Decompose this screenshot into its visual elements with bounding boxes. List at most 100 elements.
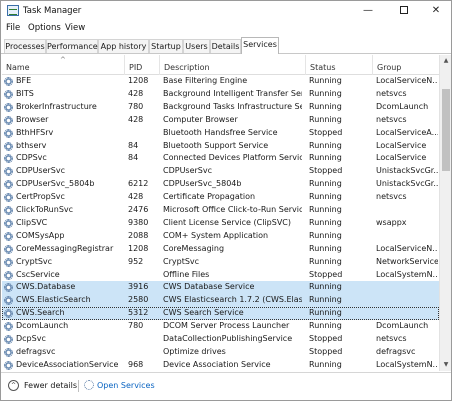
- table-row[interactable]: BFE 1208 Base Filtering Engine Running Local…: [2, 75, 439, 88]
- service-gear-icon: [4, 283, 13, 293]
- table-row[interactable]: CDPUserSvc CDPUserSvc Stopped UnistackSvcGr…: [2, 165, 439, 178]
- service-gear-icon: [4, 335, 13, 344]
- column-header-group[interactable]: Group: [373, 55, 439, 75]
- service-gear-icon: [4, 115, 13, 125]
- service-gear-icon: [4, 309, 13, 319]
- column-header-status[interactable]: Status: [306, 55, 373, 75]
- open-services-link[interactable]: Open Services: [97, 381, 155, 390]
- table-row[interactable]: BITS 428 Background Intelligent Transfer S…: [2, 88, 439, 101]
- service-description: Bluetooth Support Service: [163, 140, 269, 150]
- service-name: CWS.ElasticSearch: [16, 295, 91, 305]
- service-description: COM+ System Application: [163, 230, 269, 240]
- service-pid: 428: [128, 192, 144, 202]
- table-row[interactable]: COMSysApp 2088 COM+ System Application Runn…: [2, 230, 439, 243]
- title-bar[interactable]: Task Manager — ✕: [1, 1, 451, 21]
- service-pid: 2088: [128, 230, 149, 240]
- table-row[interactable]: bthserv 84 Bluetooth Support Service Runnin…: [2, 140, 439, 153]
- scroll-down-arrow-icon[interactable]: ▼: [440, 359, 452, 371]
- close-button[interactable]: ✕: [419, 1, 452, 21]
- service-group: NetworkService: [376, 256, 438, 266]
- tab-app-history[interactable]: App history: [98, 39, 149, 53]
- column-header: ^ Name PID Description Status Group: [2, 55, 439, 75]
- service-status: Running: [309, 321, 342, 331]
- service-description: Offline Files: [163, 269, 210, 279]
- column-header-pid[interactable]: PID: [125, 55, 160, 75]
- service-gear-icon: [4, 206, 13, 215]
- tab-startup[interactable]: Startup: [149, 39, 183, 53]
- maximize-button[interactable]: [387, 1, 421, 21]
- table-row[interactable]: ClickToRunSvc 2476 Microsoft Office Click-…: [2, 204, 439, 217]
- service-status: Running: [309, 256, 342, 266]
- table-row[interactable]: DcpSvc DataCollectionPublishingService Sto…: [2, 333, 439, 346]
- tab-processes[interactable]: Processes: [4, 39, 46, 53]
- vertical-scrollbar[interactable]: ▲ ▼: [439, 55, 451, 371]
- service-status: Stopped: [309, 334, 343, 343]
- scroll-up-arrow-icon[interactable]: ▲: [440, 55, 452, 67]
- service-gear-icon: [4, 154, 13, 164]
- service-group: netsvcs: [376, 334, 407, 343]
- service-pid: 1208: [128, 76, 149, 85]
- minimize-button[interactable]: —: [351, 1, 385, 21]
- table-row[interactable]: ClipSVC 9380 Client License Service (ClipS…: [2, 217, 439, 230]
- service-gear-icon: [4, 270, 13, 280]
- service-name: CDPSvc: [16, 153, 47, 163]
- tab-details[interactable]: Details: [210, 39, 241, 53]
- tab-services[interactable]: Services: [241, 37, 279, 54]
- service-group: [376, 204, 438, 217]
- service-status: Running: [309, 217, 342, 227]
- table-row[interactable]: defragsvc Optimize drives Stopped defragsvc: [2, 346, 439, 359]
- table-row[interactable]: BthHFSrv Bluetooth Handsfree Service Stopp…: [2, 127, 439, 140]
- service-description: Computer Browser: [163, 114, 238, 124]
- service-gear-icon: [4, 102, 13, 112]
- task-manager-app-icon: [7, 5, 19, 16]
- table-row[interactable]: Browser 428 Computer Browser Running netsvcs: [2, 114, 439, 127]
- service-pid: 952: [128, 256, 144, 266]
- service-pid: [128, 165, 160, 178]
- service-status: Running: [309, 153, 342, 163]
- menu-options[interactable]: Options: [28, 23, 61, 33]
- table-row[interactable]: CWS.Database 3916 CWS Database Service Runn…: [2, 281, 439, 295]
- service-description: CDPUserSvc: [163, 166, 213, 176]
- service-group: LocalServiceN...: [376, 76, 438, 85]
- table-row[interactable]: CWS.ElasticSearch 2580 CWS Elasticsearch 1…: [2, 294, 439, 308]
- column-header-description[interactable]: Description: [160, 55, 306, 75]
- service-name: BrokerInfrastructure: [16, 101, 97, 111]
- service-description: Optimize drives: [163, 346, 226, 356]
- chevron-up-circle-icon[interactable]: ^: [8, 380, 19, 391]
- scrollbar-thumb[interactable]: [442, 89, 450, 171]
- table-row[interactable]: CWS.Search 5312 CWS Search Service Running: [2, 307, 439, 321]
- service-group: netsvcs: [376, 88, 407, 98]
- menu-view[interactable]: View: [65, 23, 85, 33]
- service-status: Running: [309, 76, 342, 85]
- service-group: LocalServiceA...: [376, 127, 438, 137]
- service-pid: 5312: [128, 308, 149, 318]
- table-row[interactable]: CDPUserSvc_5804b 6212 CDPUserSvc_5804b Runn…: [2, 178, 439, 191]
- service-status: Running: [309, 140, 342, 150]
- service-pid: 84: [128, 153, 139, 163]
- table-row[interactable]: CertPropSvc 428 Certificate Propagation Run…: [2, 191, 439, 204]
- table-row[interactable]: DcomLaunch 780 DCOM Server Process Launche…: [2, 320, 439, 333]
- service-gear-icon: [4, 193, 13, 203]
- service-description: Background Tasks Infrastructure Ser...: [163, 101, 302, 111]
- service-description: CWS Database Service: [163, 282, 255, 292]
- service-gear-icon: [4, 244, 13, 254]
- tab-performance[interactable]: Performance: [46, 39, 98, 53]
- service-status: Stopped: [309, 166, 343, 176]
- service-description: Client License Service (ClipSVC): [163, 217, 292, 227]
- service-pid: [128, 127, 160, 140]
- menu-file[interactable]: File: [6, 23, 20, 33]
- service-gear-icon: [4, 347, 13, 357]
- tab-users[interactable]: Users: [183, 39, 210, 53]
- service-status: Running: [309, 295, 342, 305]
- table-row[interactable]: CoreMessagingRegistrar 1208 CoreMessaging R…: [2, 243, 439, 256]
- table-row[interactable]: CryptSvc 952 CryptSvc Running NetworkService: [2, 256, 439, 269]
- service-name: CertPropSvc: [16, 192, 65, 202]
- service-name: DeviceAssociationService: [16, 359, 119, 369]
- table-row[interactable]: CscService Offline Files Stopped LocalSyste…: [2, 269, 439, 282]
- column-header-name[interactable]: Name: [2, 55, 125, 75]
- table-row[interactable]: CDPSvc 84 Connected Devices Platform Servi…: [2, 152, 439, 165]
- table-row[interactable]: DeviceAssociationService 968 Device Associ…: [2, 359, 439, 371]
- service-group: [376, 281, 438, 294]
- table-row[interactable]: BrokerInfrastructure 780 Background Tasks …: [2, 101, 439, 114]
- fewer-details-link[interactable]: Fewer details: [24, 381, 77, 390]
